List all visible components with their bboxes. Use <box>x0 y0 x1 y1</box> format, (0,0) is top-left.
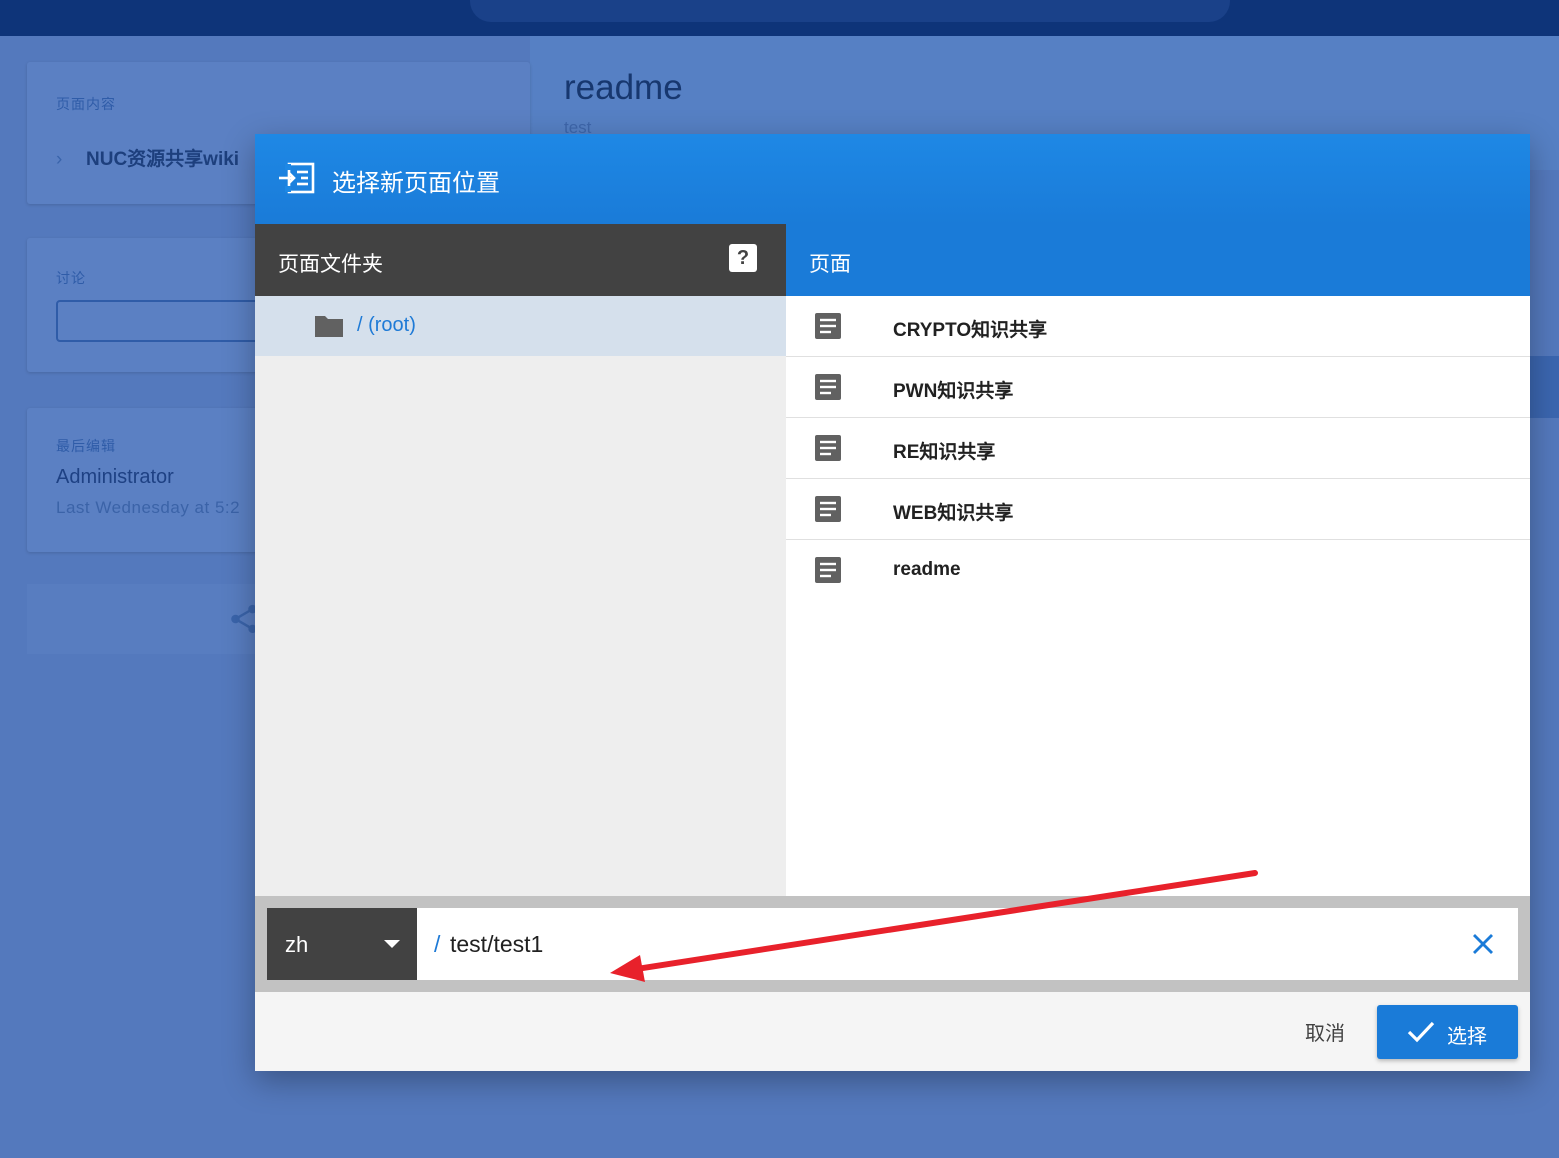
chevron-right-icon: › <box>56 149 63 170</box>
folder-pane-title: 页面文件夹 <box>278 253 383 276</box>
folder-pane: 页面文件夹 ? / (root) <box>255 224 786 896</box>
last-edit-author: Administrator <box>56 466 174 488</box>
page-item[interactable]: WEB知识共享 <box>786 479 1530 540</box>
document-icon <box>815 435 841 461</box>
document-icon <box>815 374 841 400</box>
dialog-header: 选择新页面位置 <box>255 134 1530 224</box>
select-button[interactable]: 选择 <box>1377 1005 1518 1059</box>
path-prefix: / <box>434 931 441 957</box>
dialog-title: 选择新页面位置 <box>332 170 500 197</box>
select-button-label: 选择 <box>1447 1026 1487 1048</box>
page-item-label: CRYPTO知识共享 <box>893 320 1048 341</box>
discussion-label: 讨论 <box>56 270 86 286</box>
page-item[interactable]: readme <box>786 540 1530 601</box>
document-icon <box>815 496 841 522</box>
dialog-footer: 取消 选择 <box>255 992 1530 1071</box>
page-item[interactable]: RE知识共享 <box>786 418 1530 479</box>
toc-item-label: NUC资源共享wiki <box>86 149 240 170</box>
top-app-bar <box>0 0 1559 36</box>
page-item[interactable]: CRYPTO知识共享 <box>786 296 1530 357</box>
help-icon[interactable]: ? <box>729 244 757 272</box>
last-edit-time: Last Wednesday at 5:2 <box>56 498 241 517</box>
cancel-button[interactable]: 取消 <box>1275 1014 1375 1054</box>
document-icon <box>815 313 841 339</box>
page-item-label: WEB知识共享 <box>893 503 1014 524</box>
search-bar <box>470 0 1230 22</box>
pages-pane-header: 页面 <box>786 224 1530 296</box>
page-item[interactable]: PWN知识共享 <box>786 357 1530 418</box>
caret-down-icon <box>384 940 400 948</box>
folder-pane-header: 页面文件夹 ? <box>255 224 786 296</box>
page-item-label: readme <box>893 559 961 580</box>
folder-item-root[interactable]: / (root) <box>255 296 786 356</box>
page-item-label: PWN知识共享 <box>893 381 1014 402</box>
folder-item-label: / (root) <box>357 314 416 336</box>
scroll-indicator <box>1530 356 1559 418</box>
last-edit-label: 最后编辑 <box>56 438 116 454</box>
page-title: readme <box>564 68 683 107</box>
toc-label: 页面内容 <box>56 96 116 112</box>
path-bar: zh / <box>255 896 1530 992</box>
pages-pane-title: 页面 <box>809 253 851 276</box>
locale-value: zh <box>285 932 309 957</box>
path-field: / <box>417 908 1518 980</box>
page-item-label: RE知识共享 <box>893 442 996 463</box>
pages-pane: 页面 CRYPTO知识共享 PWN知识共享 RE知识共享 WEB知识共享 rea… <box>786 224 1530 896</box>
toc-item: › NUC资源共享wiki <box>56 144 239 171</box>
close-icon[interactable] <box>1467 928 1499 960</box>
path-input[interactable] <box>450 924 1430 964</box>
check-icon <box>1407 1021 1435 1043</box>
select-page-location-dialog: 选择新页面位置 页面文件夹 ? / (root) 页面 CRYPTO知识共享 P… <box>255 134 1530 1071</box>
move-page-icon <box>279 162 315 194</box>
folder-icon <box>315 316 343 337</box>
document-icon <box>815 557 841 583</box>
locale-select[interactable]: zh <box>267 908 417 980</box>
